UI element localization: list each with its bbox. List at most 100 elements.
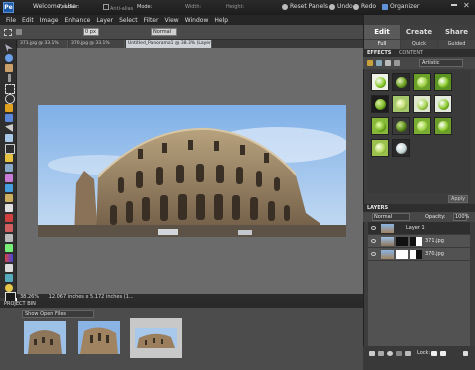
visibility-eye-icon[interactable] (371, 239, 376, 243)
crop-tool-icon[interactable] (5, 144, 15, 154)
layer-row-layer-1[interactable]: Layer 1 (368, 222, 470, 235)
gradient-tool-icon[interactable] (5, 254, 13, 262)
red-eye-icon[interactable] (5, 124, 13, 132)
blend-mode-select[interactable]: Normal (372, 213, 410, 221)
effect-thumb-11[interactable] (413, 117, 431, 135)
smart-brush-icon[interactable] (5, 234, 13, 242)
effects-category-select[interactable]: Artistic (419, 59, 463, 67)
layer-row-371-jpg[interactable]: 371.jpg (368, 235, 470, 248)
bin-thumbnail-panorama[interactable] (130, 318, 182, 358)
rectangular-marquee-icon[interactable] (5, 84, 15, 94)
eraser-icon[interactable] (5, 204, 13, 212)
menu-enhance[interactable]: Enhance (64, 17, 90, 24)
visibility-eye-icon[interactable] (371, 226, 376, 230)
close-window-button[interactable]: ✕ (463, 1, 470, 10)
tab-share[interactable]: Share (438, 25, 475, 39)
spot-healing-icon[interactable] (5, 184, 13, 192)
photo-effects-icon[interactable] (385, 60, 391, 66)
apply-effect-button[interactable]: Apply (448, 195, 468, 203)
cookie-cutter-icon[interactable] (5, 164, 13, 172)
layer-row-370-jpg[interactable]: 370.jpg (368, 248, 470, 261)
subtab-guided[interactable]: Guided (438, 40, 475, 49)
hand-tool-icon[interactable] (5, 64, 13, 72)
visibility-eye-icon[interactable] (371, 252, 376, 256)
menu-help[interactable]: Help (214, 17, 228, 24)
effect-thumb-8[interactable] (434, 95, 452, 113)
selection-mode-icon[interactable] (16, 29, 22, 35)
blur-tool-icon[interactable] (5, 274, 13, 282)
straighten-tool-icon[interactable] (5, 174, 13, 182)
tab-untitled-panorama[interactable]: Untitled_Panorama1 @ 38.3% (Layer 1, RGB… (126, 40, 212, 48)
zoom-level[interactable]: 38.26% (20, 294, 39, 300)
reset-panels-button[interactable]: Reset Panels (282, 3, 328, 10)
menu-edit[interactable]: Edit (22, 17, 34, 24)
all-effects-icon[interactable] (394, 60, 400, 66)
anti-alias-checkbox[interactable]: Anti-alias (103, 4, 133, 12)
effect-thumb-5[interactable] (371, 95, 389, 113)
effect-thumb-9[interactable] (371, 117, 389, 135)
opacity-input[interactable]: 100% (453, 213, 469, 221)
layer-mask-thumbnail-2[interactable] (410, 237, 422, 246)
clone-stamp-icon[interactable] (5, 194, 13, 202)
menu-select[interactable]: Select (119, 17, 138, 24)
new-layer-icon[interactable] (369, 351, 375, 356)
menu-window[interactable]: Window (185, 17, 209, 24)
colosseum-panorama-image[interactable] (38, 105, 346, 237)
effect-thumb-12[interactable] (434, 117, 452, 135)
lasso-tool-icon[interactable] (5, 94, 15, 104)
organizer-button[interactable]: Organizer (382, 3, 419, 10)
mask-icon[interactable] (396, 351, 402, 356)
layers-menu-icon[interactable] (463, 351, 468, 356)
pencil-tool-icon[interactable] (5, 224, 13, 232)
brush-tool-icon[interactable] (5, 214, 13, 222)
undo-button[interactable]: Undo (329, 3, 353, 10)
menu-image[interactable]: Image (40, 17, 59, 24)
minimize-button[interactable] (451, 4, 457, 6)
effect-thumb-4[interactable] (434, 73, 452, 91)
menu-view[interactable]: View (164, 17, 178, 24)
subtab-full[interactable]: Full (364, 40, 400, 49)
effect-thumb-10[interactable] (392, 117, 410, 135)
tab-edit[interactable]: Edit (364, 25, 400, 39)
feather-input[interactable]: 0 px (83, 28, 99, 36)
show-open-files-select[interactable]: Show Open Files (22, 310, 94, 318)
filters-icon[interactable] (367, 60, 373, 66)
subtab-quick[interactable]: Quick (401, 40, 437, 49)
mode-select[interactable]: Normal (151, 28, 177, 36)
quick-selection-icon[interactable] (5, 114, 13, 122)
menu-file[interactable]: File (6, 17, 16, 24)
effect-thumb-3[interactable] (413, 73, 431, 91)
bin-thumbnail-371[interactable] (24, 321, 66, 354)
menu-filter[interactable]: Filter (144, 17, 159, 24)
layer-styles-icon[interactable] (376, 60, 382, 66)
effect-thumb-14[interactable] (392, 139, 410, 157)
tab-371-jpg[interactable]: 371.jpg @ 33.1% (RGB/8) (18, 40, 68, 54)
lock-transparency-icon[interactable] (431, 351, 437, 356)
recompose-tool-icon[interactable] (5, 154, 13, 162)
zoom-tool-icon[interactable] (5, 54, 13, 62)
effects-tab[interactable]: EFFECTS (367, 50, 391, 56)
move-tool-icon[interactable] (5, 44, 13, 52)
layer-mask-thumbnail-2[interactable] (410, 250, 422, 259)
sponge-tool-icon[interactable] (5, 284, 13, 292)
type-tool-icon[interactable] (5, 134, 13, 142)
effect-thumb-13[interactable] (371, 139, 389, 157)
magic-wand-icon[interactable] (5, 104, 13, 112)
eyedropper-tool-icon[interactable] (8, 74, 11, 82)
paint-bucket-icon[interactable] (5, 244, 13, 252)
redo-button[interactable]: Redo (353, 3, 376, 10)
effect-thumb-1[interactable] (371, 73, 389, 91)
lock-all-icon[interactable] (440, 351, 446, 356)
bin-thumbnail-370[interactable] (78, 321, 120, 354)
content-tab[interactable]: CONTENT (399, 50, 423, 56)
adjustment-layer-icon[interactable] (387, 351, 393, 356)
shape-tool-icon[interactable] (5, 264, 13, 272)
delete-layer-icon[interactable] (405, 351, 411, 356)
tab-create[interactable]: Create (401, 25, 437, 39)
effect-thumb-6[interactable] (392, 95, 410, 113)
effect-thumb-7[interactable] (413, 95, 431, 113)
effect-thumb-2[interactable] (392, 73, 410, 91)
layer-mask-thumbnail[interactable] (396, 237, 408, 246)
marquee-tool-icon[interactable] (4, 29, 12, 36)
menu-layer[interactable]: Layer (96, 17, 113, 24)
